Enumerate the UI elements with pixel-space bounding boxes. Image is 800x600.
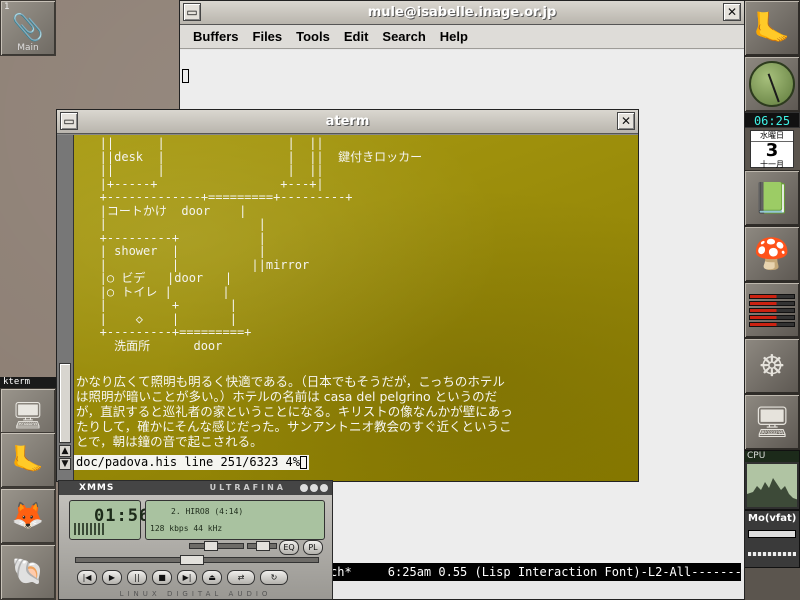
mule-title: mule@isabelle.inage.or.jp <box>367 5 557 20</box>
monitor-icon: 🖥 <box>11 401 45 431</box>
eq-button[interactable]: EQ <box>279 540 299 555</box>
shuffle-button[interactable]: ⇄ <box>227 570 255 585</box>
balance-knob[interactable] <box>256 541 270 551</box>
shell-launcher[interactable]: 🐚 <box>0 544 56 600</box>
foot-icon: 🦶 <box>11 445 45 475</box>
cpu-graph <box>747 464 797 507</box>
cpu-monitor: CPU <box>744 450 800 510</box>
workspace-tile[interactable]: 1 📎 Main <box>0 0 56 56</box>
bitrate: 128 kbps 44 kHz <box>150 524 223 533</box>
terminal-paragraph: かなり広くて照明も明るく快適である。（日本でもそうだが，こっちのホテル は照明が… <box>76 374 513 449</box>
mixer-launcher[interactable] <box>744 282 800 338</box>
playlist-button[interactable]: PL <box>303 540 323 555</box>
menu-buffers[interactable]: Buffers <box>186 27 246 46</box>
menu-help[interactable]: Help <box>433 27 475 46</box>
xmms-titlebar[interactable]: XMMS ULTRAFINA <box>59 481 332 495</box>
close-icon[interactable]: ✕ <box>723 3 741 21</box>
gimp-launcher[interactable]: 🦊 <box>0 488 56 544</box>
ship-wheel-icon: ☸ <box>758 348 786 384</box>
mount-widget[interactable]: Mo(vfat) <box>744 510 800 568</box>
gnome-foot-launcher[interactable]: 🦶 <box>744 0 800 56</box>
clock-icon <box>749 61 795 107</box>
terminal-status-line: doc/padova.his line 251/6323 4% <box>74 455 309 470</box>
scrollbar-thumb[interactable] <box>59 363 71 443</box>
terminal-diagram: || | | || ||desk | | || 鍵付きロッカー || | | |… <box>99 136 423 353</box>
analog-clock <box>744 56 800 112</box>
mule-modeline: ch* 6:25am 0.55 (Lisp Interaction Font)-… <box>330 563 741 581</box>
seek-knob[interactable] <box>180 555 204 565</box>
volume-knob[interactable] <box>204 541 218 551</box>
monitor-icon: 🖥 <box>752 404 792 440</box>
mushroom-icon: 🍄 <box>753 236 791 272</box>
aterm-titlebar[interactable]: ▭ aterm ✕ <box>57 110 638 134</box>
status-text: doc/padova.his line 251/6323 4% <box>76 455 300 469</box>
calendar-day: 3 <box>765 140 779 161</box>
workspace-number: 1 <box>4 2 10 12</box>
cpu-label: CPU <box>745 451 799 462</box>
stop-button[interactable]: ■ <box>152 570 172 585</box>
aterm-window: ▭ aterm ✕ ▲ ▼ || | | || ||desk | | || 鍵付… <box>56 109 639 482</box>
mount-label: Mo(vfat) <box>748 513 797 524</box>
xmms-brand: LINUX DIGITAL AUDIO <box>119 590 272 598</box>
mule-titlebar[interactable]: ▭ mule@isabelle.inage.or.jp ✕ <box>180 1 744 25</box>
paperclip-icon: 📎 <box>11 13 45 43</box>
xmms-info-display: 2. HIRO8 (4:14) 128 kbps 44 kHz <box>145 500 325 540</box>
xmms-skin-name: ULTRAFINA <box>209 483 286 492</box>
xmms-title: XMMS <box>79 483 115 493</box>
repeat-button[interactable]: ↻ <box>260 570 288 585</box>
aterm-title: aterm <box>325 114 370 129</box>
close-icon[interactable]: ✕ <box>617 112 635 130</box>
scroll-down-arrow-icon[interactable]: ▼ <box>59 458 71 470</box>
mount-meter <box>748 552 796 556</box>
balance-slider[interactable] <box>247 541 277 551</box>
dictionary-launcher[interactable]: 📗 <box>744 170 800 226</box>
window-menu-icon[interactable]: ▭ <box>60 112 78 130</box>
monitor-launcher[interactable]: 🖥 <box>744 394 800 450</box>
gnome-foot-icon: 🦶 <box>753 10 791 46</box>
window-menu-icon[interactable]: ▭ <box>183 3 201 21</box>
next-button[interactable]: ▶| <box>177 570 197 585</box>
mule-menubar: Buffers Files Tools Edit Search Help <box>180 25 744 49</box>
foot-launcher[interactable]: 🦶 <box>0 432 56 488</box>
right-dock: 🦶 06:25 水曜日 3 十一月 📗 🍄 ☸ 🖥 CPU Mo(vfat) <box>744 0 800 600</box>
digital-clock: 06:25 <box>744 112 800 128</box>
mixer-icon <box>749 293 795 327</box>
pause-button[interactable]: || <box>127 570 147 585</box>
xmms-player: XMMS ULTRAFINA 01:56 2. HIRO8 (4:14) 128… <box>58 480 333 600</box>
mount-bar <box>748 530 796 538</box>
previous-button[interactable]: |◀ <box>77 570 97 585</box>
menu-tools[interactable]: Tools <box>289 27 337 46</box>
song-title: 2. HIRO8 (4:14) <box>171 507 244 516</box>
xmms-controls: |◀ ▶ || ■ ▶| ⏏ ⇄ ↻ <box>77 570 288 585</box>
menu-edit[interactable]: Edit <box>337 27 376 46</box>
book-icon: 📗 <box>753 180 791 216</box>
seek-slider[interactable] <box>75 555 319 565</box>
text-cursor <box>182 69 189 83</box>
xmms-time-display: 01:56 <box>69 500 149 540</box>
xmms-window-buttons[interactable] <box>300 484 328 492</box>
kterm-label: kterm <box>0 377 56 388</box>
eject-button[interactable]: ⏏ <box>202 570 222 585</box>
helm-launcher[interactable]: ☸ <box>744 338 800 394</box>
play-button[interactable]: ▶ <box>102 570 122 585</box>
visualizer[interactable] <box>74 523 104 535</box>
calendar-month: 十一月 <box>760 160 784 169</box>
menu-search[interactable]: Search <box>375 27 432 46</box>
aterm-terminal[interactable]: || | | || ||desk | | || 鍵付きロッカー || | | |… <box>74 135 638 481</box>
terminal-cursor <box>299 456 307 469</box>
left-dock: 1 📎 Main kterm 🖥 🦶 🦊 🐚 <box>0 0 56 600</box>
calendar-widget: 水曜日 3 十一月 <box>750 130 794 169</box>
aterm-scrollbar[interactable]: ▲ ▼ <box>57 135 74 481</box>
menu-files[interactable]: Files <box>246 27 290 46</box>
shell-icon: 🐚 <box>11 557 45 587</box>
mushroom-launcher[interactable]: 🍄 <box>744 226 800 282</box>
gimp-icon: 🦊 <box>11 501 45 531</box>
workspace-label: Main <box>17 43 39 53</box>
scroll-up-arrow-icon[interactable]: ▲ <box>59 445 71 457</box>
volume-slider[interactable] <box>189 541 244 551</box>
